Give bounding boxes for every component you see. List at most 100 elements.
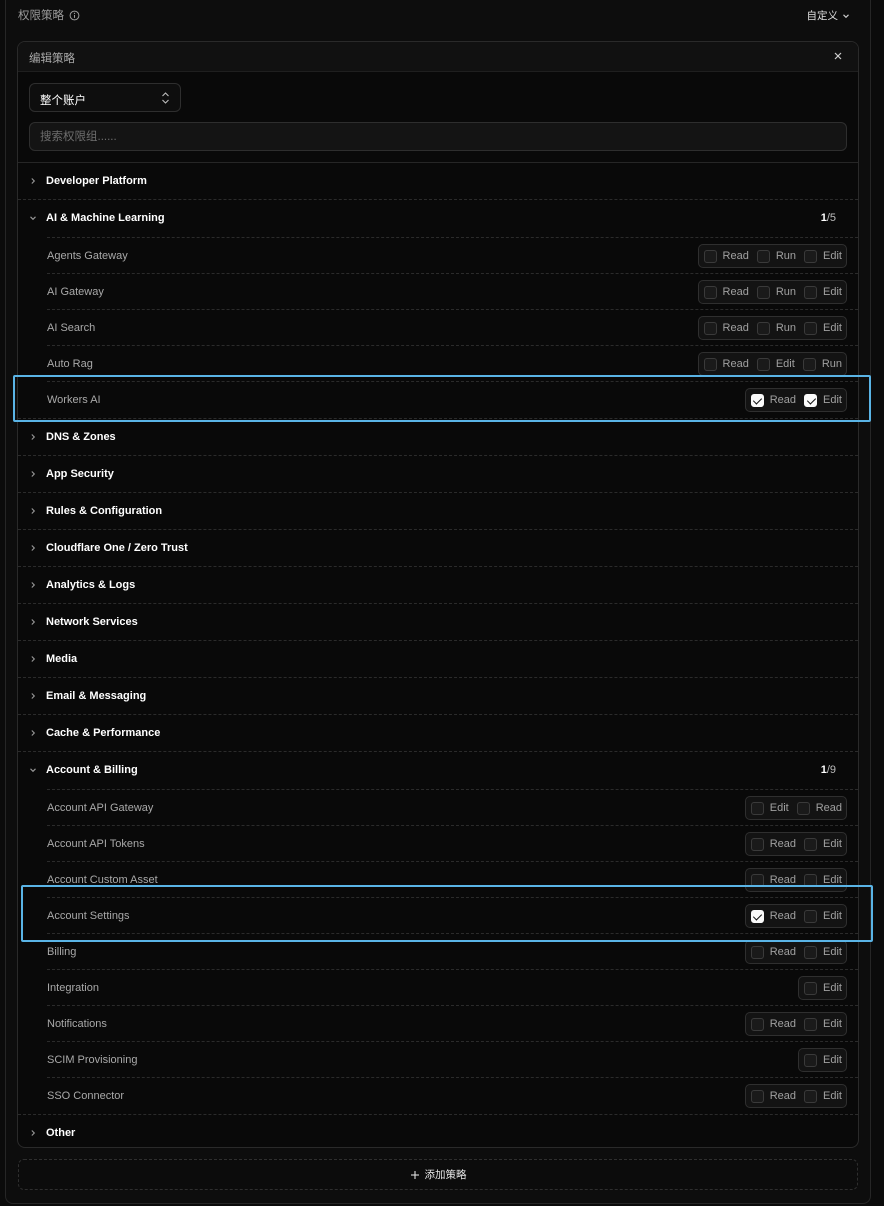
permission-options: Read Edit	[744, 868, 847, 892]
checkbox-read[interactable]	[703, 249, 717, 263]
chevron-down-icon	[843, 13, 849, 18]
option-label: Edit	[823, 874, 842, 886]
group-header-analytics-logs[interactable]: Analytics & Logs	[18, 567, 858, 604]
checkbox-read[interactable]	[796, 801, 810, 815]
checkbox-read[interactable]	[750, 945, 764, 959]
checkbox-read[interactable]	[703, 321, 717, 335]
group-header-account-billing[interactable]: Account & Billing 1/9	[18, 752, 858, 789]
checkbox-read[interactable]	[703, 357, 717, 371]
option-edit[interactable]: Edit	[804, 909, 842, 923]
group-media: Media	[18, 641, 858, 678]
checkbox-read[interactable]	[750, 1017, 764, 1031]
checkbox-run[interactable]	[756, 285, 770, 299]
option-edit[interactable]: Edit	[804, 249, 842, 263]
option-run[interactable]: Run	[756, 285, 796, 299]
group-header-other[interactable]: Other	[18, 1115, 858, 1147]
checkbox-edit[interactable]	[804, 873, 818, 887]
option-read[interactable]: Read	[750, 837, 796, 851]
option-label: Read	[769, 910, 797, 922]
checkbox-read[interactable]	[750, 909, 764, 923]
group-header-cache-performance[interactable]: Cache & Performance	[18, 715, 858, 752]
permission-label: Billing	[47, 946, 77, 958]
checkbox-edit[interactable]	[804, 1089, 818, 1103]
option-edit[interactable]: Edit	[804, 837, 842, 851]
scope-select[interactable]: 整个账户	[29, 83, 181, 112]
option-edit[interactable]: Edit	[804, 1089, 842, 1103]
option-read[interactable]: Read	[703, 321, 749, 335]
chevron-right-icon	[31, 656, 36, 662]
permission-row-auto-rag: Auto Rag Read Edit Run	[47, 346, 858, 382]
checkbox-read[interactable]	[703, 285, 717, 299]
checkbox-edit[interactable]	[804, 393, 818, 407]
group-header-network-services[interactable]: Network Services	[18, 604, 858, 641]
checkbox-edit[interactable]	[804, 1053, 818, 1067]
permission-options: Read Edit	[744, 940, 847, 964]
option-edit[interactable]: Edit	[804, 1017, 842, 1031]
mode-dropdown[interactable]: 自定义	[807, 8, 851, 23]
checkbox-edit[interactable]	[804, 1017, 818, 1031]
permission-label: Account API Gateway	[47, 802, 154, 814]
checkbox-edit[interactable]	[804, 285, 818, 299]
policy-title-text: 权限策略	[18, 10, 64, 22]
option-label: Read	[722, 322, 749, 334]
checkbox-edit[interactable]	[804, 837, 818, 851]
option-read[interactable]: Read	[750, 1089, 796, 1103]
option-read[interactable]: Read	[750, 1017, 796, 1031]
option-edit[interactable]: Edit	[804, 981, 842, 995]
option-edit[interactable]: Edit	[804, 945, 842, 959]
checkbox-edit[interactable]	[804, 249, 818, 263]
checkbox-edit[interactable]	[756, 357, 770, 371]
permission-label: Agents Gateway	[47, 250, 128, 262]
checkbox-read[interactable]	[750, 837, 764, 851]
group-header-ai-ml[interactable]: AI & Machine Learning 1/5	[18, 200, 858, 237]
checkbox-edit[interactable]	[804, 981, 818, 995]
option-edit[interactable]: Edit	[804, 1053, 842, 1067]
option-edit[interactable]: Edit	[756, 357, 795, 371]
permission-row-integration: Integration Edit	[47, 970, 858, 1006]
checkbox-read[interactable]	[750, 393, 764, 407]
group-header-rules-config[interactable]: Rules & Configuration	[18, 493, 858, 530]
group-header-app-security[interactable]: App Security	[18, 456, 858, 493]
checkbox-edit[interactable]	[750, 801, 764, 815]
option-read[interactable]: Read	[750, 393, 796, 407]
option-label: Edit	[823, 1054, 842, 1066]
group-header-dns-zones[interactable]: DNS & Zones	[18, 419, 858, 456]
checkbox-run[interactable]	[756, 249, 770, 263]
option-edit[interactable]: Edit	[750, 801, 789, 815]
permission-group-search-input[interactable]	[29, 122, 847, 151]
group-header-email-messaging[interactable]: Email & Messaging	[18, 678, 858, 715]
group-header-media[interactable]: Media	[18, 641, 858, 678]
chevron-down-icon	[30, 216, 36, 221]
checkbox-read[interactable]	[750, 1089, 764, 1103]
option-edit[interactable]: Edit	[804, 321, 842, 335]
checkbox-edit[interactable]	[804, 321, 818, 335]
group-label: Email & Messaging	[46, 690, 147, 702]
option-read[interactable]: Read	[796, 801, 842, 815]
checkbox-edit[interactable]	[804, 945, 818, 959]
close-icon[interactable]	[832, 50, 844, 62]
add-policy-button[interactable]: 添加策略	[18, 1159, 858, 1190]
option-read[interactable]: Read	[703, 357, 749, 371]
option-run[interactable]: Run	[756, 249, 796, 263]
option-edit[interactable]: Edit	[804, 393, 842, 407]
option-label: Edit	[823, 1018, 842, 1030]
checkbox-run[interactable]	[756, 321, 770, 335]
option-read[interactable]: Read	[750, 909, 797, 923]
option-read[interactable]: Read	[750, 873, 796, 887]
option-edit[interactable]: Edit	[804, 873, 842, 887]
option-label: Edit	[823, 1090, 842, 1102]
permission-label: Notifications	[47, 1018, 107, 1030]
group-header-cloudflare-one[interactable]: Cloudflare One / Zero Trust	[18, 530, 858, 567]
info-icon[interactable]	[69, 10, 80, 21]
option-edit[interactable]: Edit	[804, 285, 842, 299]
option-read[interactable]: Read	[703, 249, 749, 263]
checkbox-read[interactable]	[750, 873, 764, 887]
option-read[interactable]: Read	[750, 945, 796, 959]
option-read[interactable]: Read	[703, 285, 749, 299]
group-header-developer-platform[interactable]: Developer Platform	[18, 163, 858, 200]
option-run[interactable]: Run	[756, 321, 796, 335]
option-label: Read	[722, 358, 749, 370]
checkbox-edit[interactable]	[804, 909, 818, 923]
option-run[interactable]: Run	[802, 357, 842, 371]
checkbox-run[interactable]	[802, 357, 816, 371]
